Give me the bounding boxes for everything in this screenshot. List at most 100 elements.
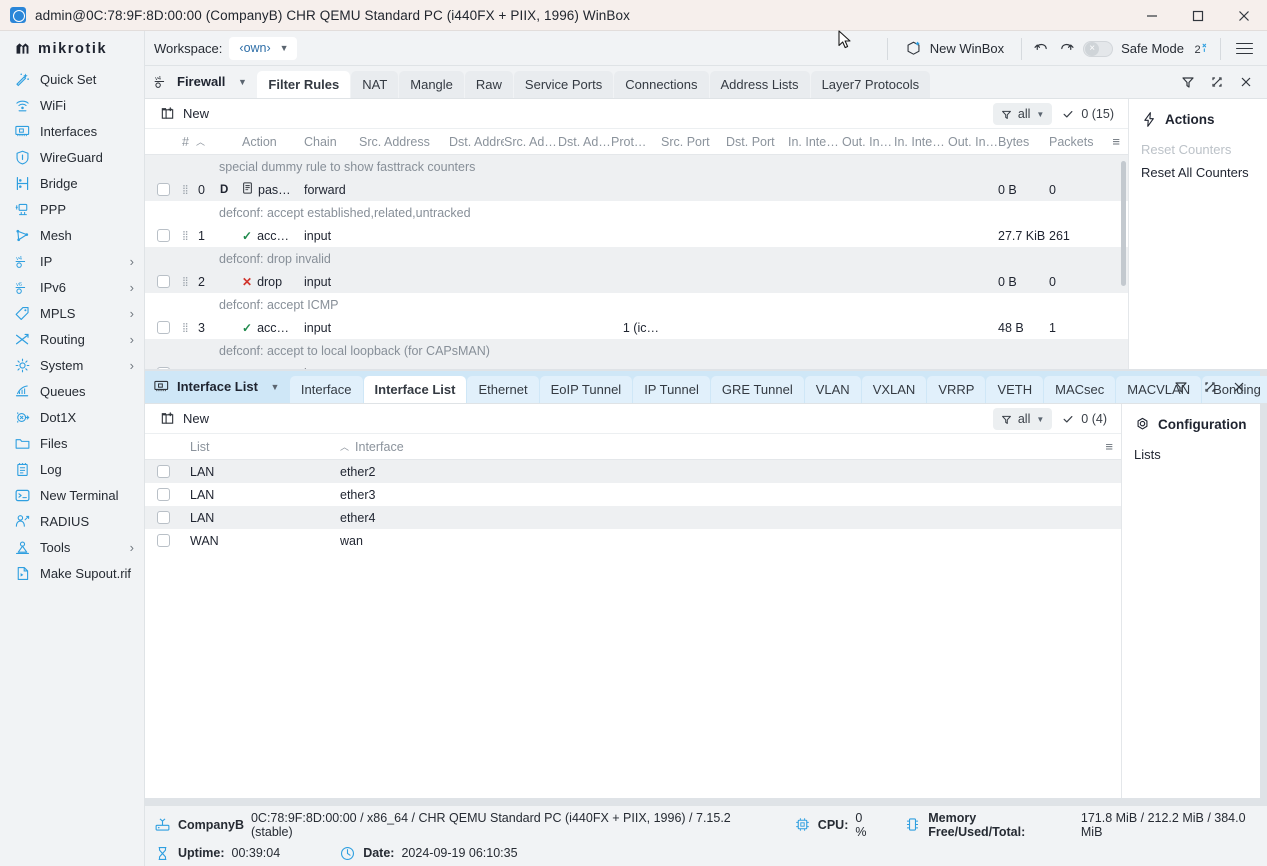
sidebar-item-bridge[interactable]: Bridge: [0, 170, 144, 196]
sidebar-item-radius[interactable]: RADIUS: [0, 508, 144, 534]
sidebar-item-queues[interactable]: Queues: [0, 378, 144, 404]
column-header-in-inte[interactable]: In. Inte…: [894, 135, 948, 149]
row-checkbox[interactable]: [157, 465, 170, 478]
main-menu-button[interactable]: [1221, 31, 1267, 66]
rule-comment-row[interactable]: special dummy rule to show fasttrack cou…: [145, 155, 1128, 178]
column-header-number[interactable]: #︿: [182, 135, 242, 149]
sidebar-item-ipv6[interactable]: v6IPv6›: [0, 274, 144, 300]
row-checkbox[interactable]: [157, 511, 170, 524]
row-checkbox[interactable]: [157, 183, 170, 196]
close-icon[interactable]: [1232, 68, 1259, 95]
row-checkbox[interactable]: [157, 534, 170, 547]
sidebar-item-tools[interactable]: Tools›: [0, 534, 144, 560]
column-header-out-in[interactable]: Out. In…: [948, 135, 998, 149]
tab-vxlan[interactable]: VXLAN: [862, 376, 927, 403]
column-header-dst-addre[interactable]: Dst. Addre…: [449, 135, 504, 149]
session-icon[interactable]: 2: [1192, 40, 1209, 57]
table-row[interactable]: ⣿2✕dropinput0 B0: [145, 270, 1128, 293]
table-row[interactable]: ⣿0Dpas…forward0 B0: [145, 178, 1128, 201]
sidebar-item-new-terminal[interactable]: New Terminal: [0, 482, 144, 508]
column-header-bytes[interactable]: Bytes: [998, 135, 1049, 149]
drag-handle-icon[interactable]: ⣿: [182, 322, 198, 333]
column-menu-icon[interactable]: ≡: [1105, 439, 1113, 454]
tab-ethernet[interactable]: Ethernet: [467, 376, 538, 403]
tab-layer7-protocols[interactable]: Layer7 Protocols: [811, 71, 931, 98]
new-winbox-button[interactable]: New WinBox: [899, 37, 1010, 60]
column-header-dst-ad[interactable]: Dst. Ad…: [558, 135, 611, 149]
sidebar-item-dot1x[interactable]: Dot1X: [0, 404, 144, 430]
firewall-count-chip[interactable]: 0 (15): [1056, 107, 1120, 121]
rule-comment-row[interactable]: defconf: accept established,related,untr…: [145, 201, 1128, 224]
sidebar-item-files[interactable]: Files: [0, 430, 144, 456]
tab-ip-tunnel[interactable]: IP Tunnel: [633, 376, 710, 403]
sidebar-item-ip[interactable]: v4IP›: [0, 248, 144, 274]
filter-icon[interactable]: [1167, 373, 1194, 400]
safe-mode-toggle[interactable]: [1083, 41, 1113, 57]
column-header-in-inte[interactable]: In. Inte…: [788, 135, 842, 149]
tab-mangle[interactable]: Mangle: [399, 71, 464, 98]
row-checkbox[interactable]: [157, 275, 170, 288]
minimize-button[interactable]: [1129, 0, 1175, 31]
tab-service-ports[interactable]: Service Ports: [514, 71, 613, 98]
column-header-packets[interactable]: Packets: [1049, 135, 1104, 149]
column-header-interface[interactable]: ︿Interface: [340, 440, 600, 454]
table-row[interactable]: ⣿3✓acc…input1 (ic…48 B1: [145, 316, 1128, 339]
tab-nat[interactable]: NAT: [351, 71, 398, 98]
column-header-prot[interactable]: Prot…: [611, 135, 661, 149]
close-button[interactable]: [1221, 0, 1267, 31]
row-checkbox[interactable]: [157, 488, 170, 501]
row-checkbox[interactable]: [157, 229, 170, 242]
workspace-select[interactable]: ‹own› ▼: [229, 37, 296, 60]
rule-comment-row[interactable]: defconf: drop invalid: [145, 247, 1128, 270]
tab-connections[interactable]: Connections: [614, 71, 708, 98]
sidebar-item-interfaces[interactable]: Interfaces: [0, 118, 144, 144]
sidebar-item-wifi[interactable]: WiFi: [0, 92, 144, 118]
redo-icon[interactable]: [1058, 40, 1075, 57]
firewall-filter-chip[interactable]: all ▼: [993, 103, 1052, 125]
config-lists[interactable]: Lists: [1134, 443, 1260, 466]
close-icon[interactable]: [1225, 373, 1252, 400]
column-header-out-in[interactable]: Out. In…: [842, 135, 894, 149]
sidebar-item-system[interactable]: System›: [0, 352, 144, 378]
drag-handle-icon[interactable]: ⣿: [182, 230, 198, 241]
column-header-dst-port[interactable]: Dst. Port: [726, 135, 788, 149]
column-header-src-address[interactable]: Src. Address: [359, 135, 449, 149]
maximize-button[interactable]: [1175, 0, 1221, 31]
filter-icon[interactable]: [1174, 68, 1201, 95]
interface-count-chip[interactable]: 0 (4): [1056, 412, 1113, 426]
table-row[interactable]: LANether4: [145, 506, 1121, 529]
sidebar-item-ppp[interactable]: PPP: [0, 196, 144, 222]
column-header-src-port[interactable]: Src. Port: [661, 135, 726, 149]
column-header-src-ad[interactable]: Src. Ad…: [504, 135, 558, 149]
tab-vlan[interactable]: VLAN: [805, 376, 861, 403]
sidebar-item-mpls[interactable]: MPLS›: [0, 300, 144, 326]
table-row[interactable]: WANwan: [145, 529, 1121, 552]
row-checkbox[interactable]: [157, 321, 170, 334]
sidebar-item-make-supout-rif[interactable]: Make Supout.rif: [0, 560, 144, 586]
tab-gre-tunnel[interactable]: GRE Tunnel: [711, 376, 804, 403]
row-checkbox[interactable]: [157, 367, 170, 369]
table-row[interactable]: LANether2: [145, 460, 1121, 483]
table-row[interactable]: LANether3: [145, 483, 1121, 506]
table-row[interactable]: ⣿4✓acc…input127.0.0.10 B0: [145, 362, 1128, 369]
column-header-action[interactable]: Action: [242, 135, 304, 149]
tab-interface-list[interactable]: Interface List: [364, 376, 467, 403]
tab-address-lists[interactable]: Address Lists: [710, 71, 810, 98]
tab-raw[interactable]: Raw: [465, 71, 513, 98]
rule-comment-row[interactable]: defconf: accept ICMP: [145, 293, 1128, 316]
sidebar-item-routing[interactable]: Routing›: [0, 326, 144, 352]
tab-macsec[interactable]: MACsec: [1044, 376, 1115, 403]
sidebar-item-wireguard[interactable]: WireGuard: [0, 144, 144, 170]
tab-veth[interactable]: VETH: [986, 376, 1043, 403]
drag-handle-icon[interactable]: ⣿: [182, 184, 198, 195]
firewall-scrollbar[interactable]: [1121, 161, 1126, 286]
rule-comment-row[interactable]: defconf: accept to local loopback (for C…: [145, 339, 1128, 362]
drag-handle-icon[interactable]: ⣿: [182, 368, 198, 369]
column-menu-icon[interactable]: ≡: [1112, 134, 1120, 149]
action-reset-all-counters[interactable]: Reset All Counters: [1141, 161, 1267, 184]
firewall-new-button[interactable]: New: [155, 103, 214, 124]
tab-interface[interactable]: Interface: [290, 376, 363, 403]
interface-filter-chip[interactable]: all ▼: [993, 408, 1052, 430]
tab-filter-rules[interactable]: Filter Rules: [257, 71, 350, 98]
interface-panel-caret[interactable]: ▼: [265, 375, 285, 398]
